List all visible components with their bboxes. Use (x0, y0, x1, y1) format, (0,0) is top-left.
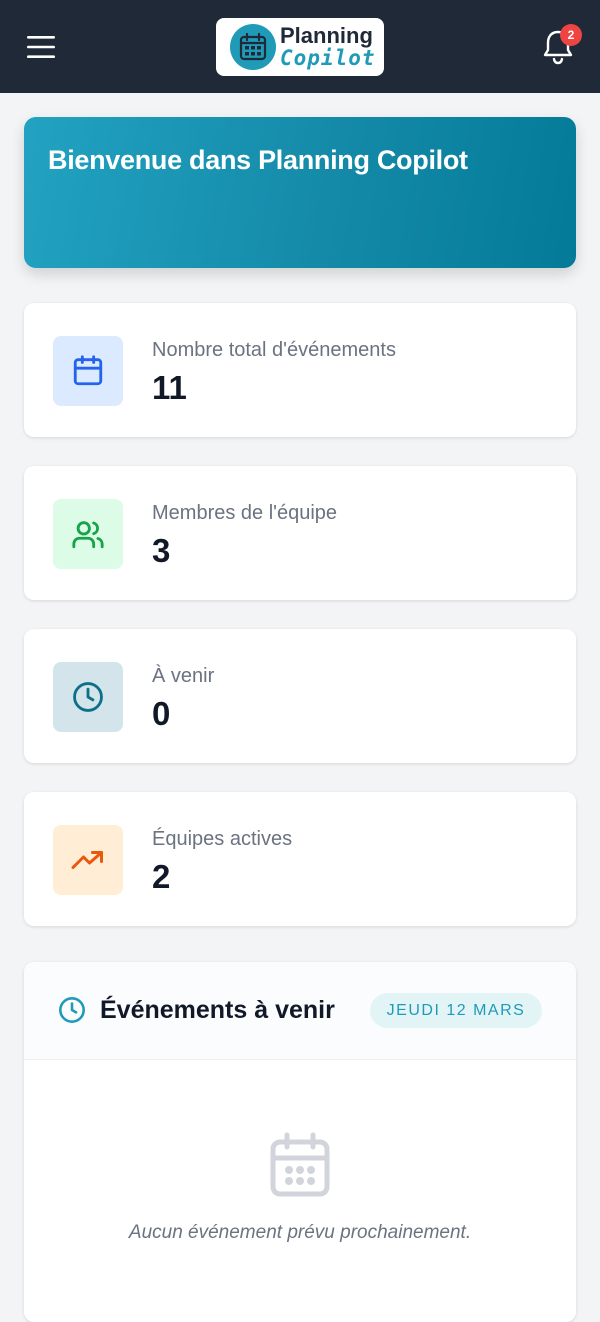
stat-card-upcoming[interactable]: À venir 0 (24, 629, 576, 763)
stat-value: 3 (152, 532, 171, 569)
app-logo[interactable]: Planning Copilot (216, 18, 384, 76)
users-icon (53, 499, 123, 569)
upcoming-events-header: Événements à venir JEUDI 12 MARS (24, 962, 576, 1060)
trending-up-icon (53, 825, 123, 895)
stat-card-total-events[interactable]: Nombre total d'événements 11 (24, 303, 576, 437)
clock-icon (53, 662, 123, 732)
top-bar: Planning Copilot 2 (0, 0, 600, 93)
welcome-banner: Bienvenue dans Planning Copilot (24, 117, 576, 268)
calendar-empty-icon (268, 1132, 332, 1203)
upcoming-events-card: Événements à venir JEUDI 12 MARS Aucun é… (24, 962, 576, 1322)
stat-card-active-teams[interactable]: Équipes actives 2 (24, 792, 576, 926)
menu-button[interactable] (24, 30, 58, 64)
empty-events-message: Aucun événement prévu prochainement. (128, 1222, 472, 1243)
stat-card-team-members[interactable]: Membres de l'équipe 3 (24, 466, 576, 600)
stat-label: Membres de l'équipe (152, 502, 338, 524)
stat-value: 11 (152, 369, 187, 406)
logo-line-1: Planning (280, 23, 373, 48)
logo-line-2: Copilot (280, 46, 376, 70)
welcome-title: Bienvenue dans Planning Copilot (48, 145, 468, 175)
clock-icon (58, 996, 86, 1029)
logo-text: Planning Copilot (280, 25, 376, 69)
upcoming-events-title: Événements à venir (100, 996, 335, 1024)
stat-value: 2 (152, 858, 171, 895)
calendar-icon (53, 336, 123, 406)
notification-count-badge: 2 (560, 24, 582, 46)
calendar-logo-icon (230, 24, 276, 70)
stat-label: Nombre total d'événements (152, 339, 396, 361)
hamburger-menu-icon (27, 36, 55, 58)
stat-value: 0 (152, 695, 171, 732)
date-badge: JEUDI 12 MARS (370, 993, 542, 1028)
stat-label: À venir (152, 665, 215, 687)
stat-label: Équipes actives (152, 828, 293, 850)
